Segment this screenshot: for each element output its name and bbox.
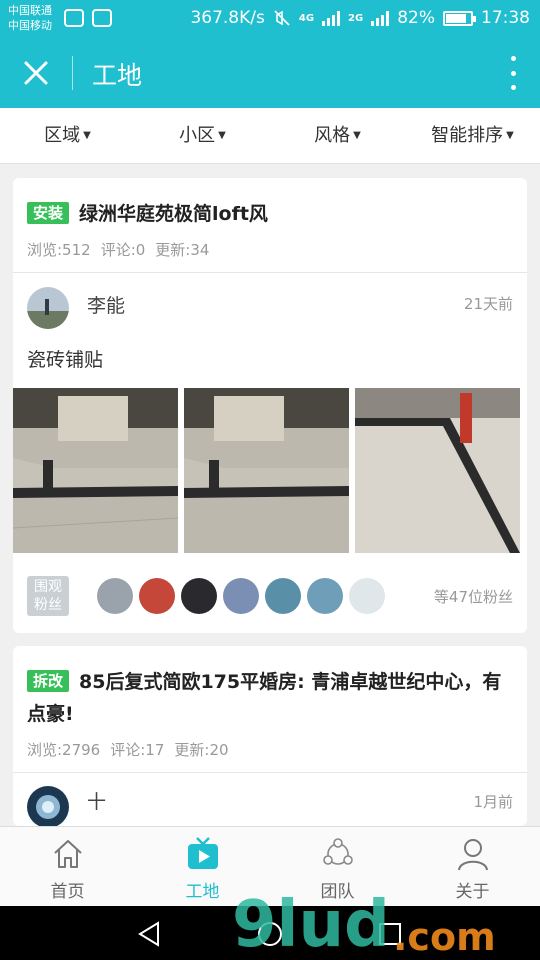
page-title: 工地	[92, 61, 143, 90]
tv-icon	[187, 837, 218, 869]
close-button[interactable]	[18, 55, 54, 91]
post-time: 1月前	[473, 793, 513, 811]
fan-avatar[interactable]	[97, 578, 133, 614]
fans-label-line2: 粉丝	[34, 597, 62, 613]
carrier-2: 中国移动	[8, 19, 52, 32]
site-card[interactable]: 安装 绿洲华庭苑极简loft风 浏览:512 评论:0 更新:34 李能 21天前 瓷…	[13, 178, 527, 633]
carrier-info: 中国联通 中国移动	[8, 3, 52, 33]
avatar[interactable]	[27, 287, 69, 329]
more-dot-icon	[510, 85, 516, 90]
photo-thumbnail[interactable]	[355, 388, 520, 553]
more-dot-icon	[510, 70, 516, 76]
home-icon	[53, 840, 82, 868]
fans-label: 围观 粉丝	[27, 576, 69, 616]
card-title: 85后复式简欧175平婚房: 青浦卓越世纪中心，有点豪!	[27, 671, 502, 725]
filter-bar: 区域 ▼ 小区 ▼ 风格 ▼ 智能排序 ▼	[0, 108, 540, 164]
fan-avatar[interactable]	[223, 578, 259, 614]
photo-thumbnail[interactable]	[184, 388, 349, 553]
filter-area-label: 区域	[44, 125, 81, 146]
card-title: 绿洲华庭苑极简loft风	[79, 203, 268, 225]
filter-style[interactable]: 风格 ▼	[270, 108, 405, 163]
battery-fill	[446, 13, 466, 23]
avatar[interactable]	[27, 786, 69, 826]
signal-icon-2	[371, 10, 390, 26]
notification-app-icon	[64, 9, 84, 27]
fan-avatar[interactable]	[349, 578, 385, 614]
nav-home-label: 首页	[50, 882, 85, 902]
comment-count: 评论:17	[110, 741, 165, 759]
status-indicators: 367.8K/s 4G 2G 82% 17:38	[190, 8, 530, 28]
app-bar: 工地	[0, 38, 540, 108]
filter-community-label: 小区	[179, 125, 216, 146]
person-icon	[457, 839, 488, 871]
card-header: 拆改 85后复式简欧175平婚房: 青浦卓越世纪中心，有点豪! 浏览:2796 评论…	[13, 646, 527, 760]
caret-down-icon: ▼	[506, 130, 514, 141]
fan-avatar[interactable]	[181, 578, 217, 614]
filter-sort-label: 智能排序	[431, 125, 504, 146]
fans-count[interactable]: 等47位粉丝	[434, 586, 513, 607]
network-2g-label: 2G	[348, 12, 364, 24]
filter-style-label: 风格	[314, 125, 351, 146]
back-icon[interactable]	[136, 920, 164, 948]
card-title-row: 拆改 85后复式简欧175平婚房: 青浦卓越世纪中心，有点豪!	[27, 666, 513, 730]
author-row: 李能 21天前	[13, 273, 527, 331]
app-bar-divider	[72, 56, 73, 90]
update-count: 更新:34	[155, 241, 210, 259]
post-text: 瓷砖铺贴	[27, 349, 104, 371]
watermark-text: .com	[393, 915, 496, 959]
fan-avatar[interactable]	[139, 578, 175, 614]
filter-sort[interactable]: 智能排序 ▼	[405, 108, 540, 163]
notification-image-icon	[92, 9, 112, 27]
battery-icon	[443, 10, 476, 26]
signal-icon	[322, 10, 341, 26]
view-count: 浏览:512	[27, 241, 91, 259]
post-time: 21天前	[463, 295, 513, 313]
stage-badge: 安装	[27, 202, 70, 224]
close-icon	[24, 61, 48, 85]
fans-label-line1: 围观	[34, 579, 62, 595]
watermark-logo: 9lud .com	[232, 888, 496, 960]
site-card[interactable]: 拆改 85后复式简欧175平婚房: 青浦卓越世纪中心，有点豪! 浏览:2796 评论…	[13, 646, 527, 826]
caret-down-icon: ▼	[83, 130, 91, 141]
more-dot-icon	[510, 56, 516, 61]
update-count: 更新:20	[174, 741, 229, 759]
author-row: 十 1月前	[13, 773, 527, 826]
card-title-row: 安装 绿洲华庭苑极简loft风	[27, 198, 513, 230]
fan-avatar[interactable]	[265, 578, 301, 614]
caret-down-icon: ▼	[218, 130, 226, 141]
network-speed: 367.8K/s	[190, 8, 265, 28]
view-count: 浏览:2796	[27, 741, 101, 759]
team-icon	[322, 838, 353, 865]
fan-avatar[interactable]	[307, 578, 343, 614]
svg-text:9lud: 9lud	[232, 888, 390, 960]
battery-percent: 82%	[397, 8, 435, 28]
clock: 17:38	[481, 8, 530, 28]
caret-down-icon: ▼	[353, 130, 361, 141]
card-stats: 浏览:2796 评论:17 更新:20	[27, 740, 513, 760]
filter-community[interactable]: 小区 ▼	[135, 108, 270, 163]
fans-row[interactable]: 围观 粉丝 等47位粉丝	[27, 576, 513, 616]
network-4g-label: 4G	[298, 12, 315, 24]
card-stats: 浏览:512 评论:0 更新:34	[27, 240, 513, 260]
nav-home[interactable]: 首页	[0, 827, 135, 906]
stage-badge: 拆改	[27, 670, 70, 692]
mute-icon	[274, 10, 290, 26]
author-name[interactable]: 十	[87, 787, 106, 814]
filter-area[interactable]: 区域 ▼	[0, 108, 135, 163]
author-name[interactable]: 李能	[87, 291, 125, 318]
card-header: 安装 绿洲华庭苑极简loft风 浏览:512 评论:0 更新:34	[13, 178, 527, 260]
status-bar: 中国联通 中国移动 367.8K/s 4G 2G 82% 17:38	[0, 0, 540, 38]
carrier-1: 中国联通	[8, 4, 52, 17]
more-options-button[interactable]	[508, 56, 518, 90]
comment-count: 评论:0	[100, 241, 146, 259]
photo-grid	[13, 388, 527, 553]
photo-thumbnail[interactable]	[13, 388, 178, 553]
